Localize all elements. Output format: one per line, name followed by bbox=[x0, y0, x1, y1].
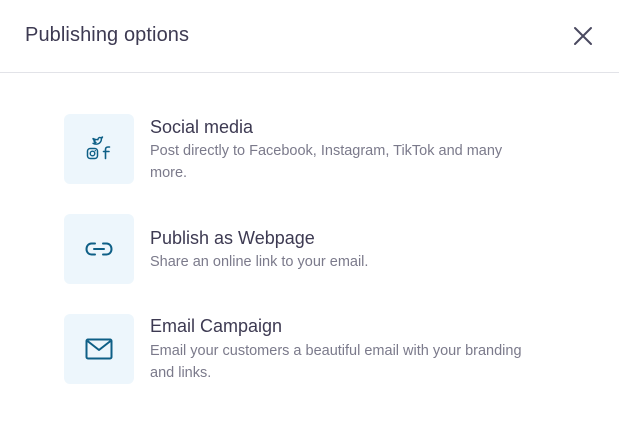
close-button[interactable] bbox=[570, 23, 596, 49]
dialog-header: Publishing options bbox=[0, 0, 619, 73]
link-icon-tile bbox=[64, 214, 134, 284]
link-icon bbox=[85, 242, 113, 256]
option-social-media-title: Social media bbox=[150, 117, 254, 137]
dialog-title: Publishing options bbox=[25, 24, 190, 46]
mail-icon bbox=[85, 338, 113, 360]
option-social-media-description: Post directly to Facebook, Instagram, Ti… bbox=[150, 143, 503, 181]
mail-icon-tile bbox=[64, 314, 134, 384]
option-publish-webpage-description: Share an online link to your email. bbox=[150, 254, 369, 270]
option-publish-webpage[interactable]: Publish as Webpage Share an online link … bbox=[64, 214, 544, 284]
option-social-media[interactable]: Social media Post directly to Facebook, … bbox=[64, 114, 544, 184]
close-icon bbox=[574, 27, 592, 45]
social-media-icon-tile bbox=[64, 114, 134, 184]
option-publish-webpage-title: Publish as Webpage bbox=[150, 228, 315, 248]
option-email-campaign-title: Email Campaign bbox=[150, 316, 283, 336]
option-email-campaign[interactable]: Email Campaign Email your customers a be… bbox=[64, 314, 544, 384]
option-email-campaign-description: Email your customers a beautiful email w… bbox=[150, 343, 522, 381]
social-media-icon bbox=[86, 136, 111, 160]
